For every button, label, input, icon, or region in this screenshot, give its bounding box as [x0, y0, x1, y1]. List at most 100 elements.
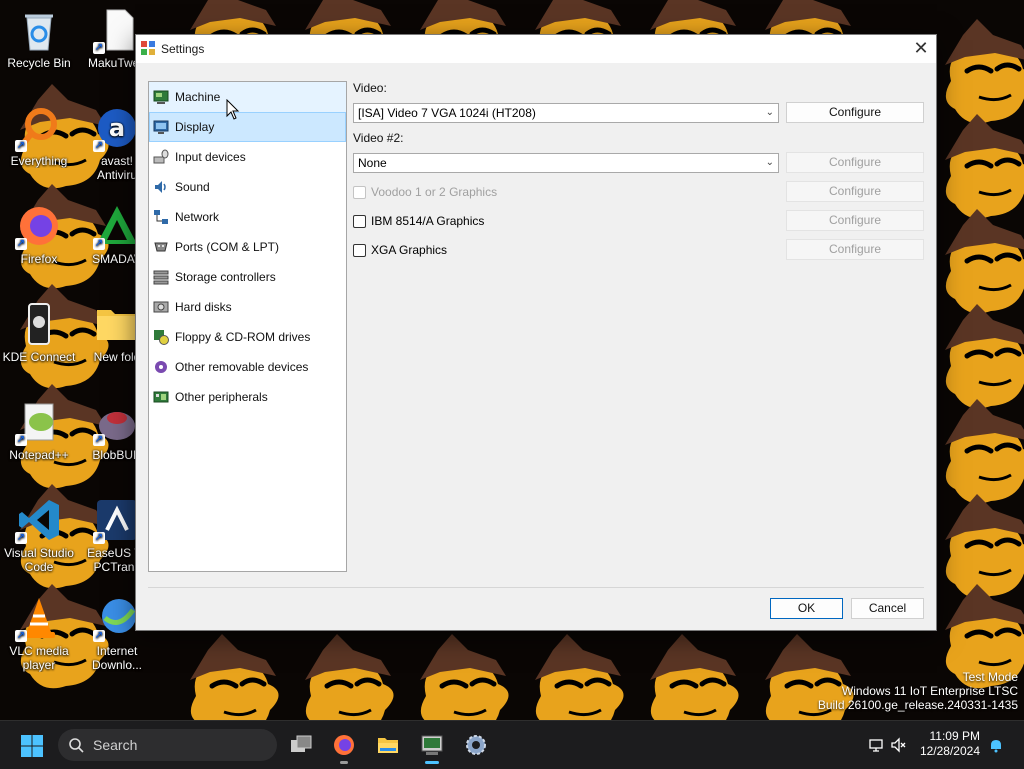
- desktop-icon-kde-connect[interactable]: KDE Connect: [0, 302, 78, 364]
- category-label: Display: [175, 120, 215, 134]
- close-button[interactable]: ✕: [906, 35, 936, 62]
- taskbar: Search 11:09 PM 12/28/2024: [0, 720, 1024, 769]
- video-configure-button[interactable]: Configure: [786, 102, 924, 123]
- category-hard-disks[interactable]: Hard disks: [149, 292, 346, 322]
- shortcut-arrow-icon: ↗: [15, 434, 27, 446]
- desktop-icon-label-line2: Code: [24, 560, 54, 574]
- folder-icon: [97, 310, 137, 340]
- taskbar-file-explorer[interactable]: [372, 729, 404, 761]
- desktop-icon-vlc[interactable]: ↗ VLC media player: [0, 596, 78, 672]
- category-sound[interactable]: Sound: [149, 172, 346, 202]
- network-icon: [153, 209, 169, 225]
- ok-button[interactable]: OK: [770, 598, 843, 619]
- removable-devices-icon: [153, 359, 169, 375]
- shortcut-arrow-icon: ↗: [15, 238, 27, 250]
- input-devices-icon: [153, 149, 169, 165]
- category-label: Other removable devices: [175, 360, 309, 374]
- desktop-icon-firefox[interactable]: ↗ Firefox: [0, 204, 78, 266]
- video-select[interactable]: [ISA] Video 7 VGA 1024i (HT208) ⌄: [353, 103, 779, 123]
- desktop-icon-recycle-bin[interactable]: Recycle Bin: [0, 8, 78, 70]
- storage-controllers-icon: [153, 269, 169, 285]
- category-label: Network: [175, 210, 220, 224]
- watermark-line: Windows 11 IoT Enterprise LTSC: [841, 684, 1018, 698]
- taskbar-task-view[interactable]: [285, 729, 317, 761]
- gear-icon: [466, 735, 486, 755]
- category-storage-controllers[interactable]: Storage controllers: [149, 262, 346, 292]
- shortcut-arrow-icon: ↗: [15, 140, 27, 152]
- category-removable-devices[interactable]: Other removable devices: [149, 352, 346, 382]
- category-list[interactable]: Machine Display Input devices Sound Netw…: [148, 81, 347, 572]
- video-select-value: [ISA] Video 7 VGA 1024i (HT208): [358, 106, 536, 120]
- ibm-8514a-configure-button[interactable]: Configure: [786, 210, 924, 231]
- shortcut-arrow-icon: ↗: [93, 434, 105, 446]
- taskbar-86box[interactable]: [416, 729, 448, 764]
- shortcut-arrow-icon: ↗: [93, 630, 105, 642]
- category-label: Floppy & CD-ROM drives: [175, 330, 311, 344]
- hard-disks-icon: [153, 299, 169, 315]
- category-network[interactable]: Network: [149, 202, 346, 232]
- video2-configure-button[interactable]: Configure: [786, 152, 924, 173]
- checkbox-label: XGA Graphics: [371, 243, 448, 257]
- cancel-button[interactable]: Cancel: [851, 598, 924, 619]
- svg-text:a: a: [109, 114, 125, 142]
- desktop-icon-vscode[interactable]: ↗ Visual Studio Code: [0, 498, 78, 574]
- desktop-icon-label: Recycle Bin: [7, 56, 71, 70]
- video2-label: Video #2:: [353, 131, 404, 145]
- floppy-cdrom-icon: [153, 329, 169, 345]
- running-indicator: [340, 761, 348, 764]
- shortcut-arrow-icon: ↗: [15, 630, 27, 642]
- category-peripherals[interactable]: Other peripherals: [149, 382, 346, 412]
- taskbar-firefox[interactable]: [328, 729, 360, 764]
- separator: [148, 587, 924, 588]
- taskbar-settings[interactable]: [460, 729, 492, 761]
- video2-select[interactable]: None ⌄: [353, 153, 779, 173]
- notification-bell-icon[interactable]: [988, 737, 1004, 753]
- file-explorer-icon: [378, 738, 398, 753]
- test-mode-watermark: Test Mode Windows 11 IoT Enterprise LTSC…: [818, 670, 1018, 712]
- chevron-down-icon: ⌄: [765, 107, 774, 118]
- desktop-icon-label: VLC media: [9, 644, 69, 658]
- desktop-icon-label: Visual Studio: [4, 546, 74, 560]
- desktop-icon-label: Internet: [96, 644, 138, 658]
- desktop-icon-label: Everything: [10, 154, 68, 168]
- category-label: Sound: [175, 180, 210, 194]
- search-placeholder: Search: [93, 737, 138, 753]
- peripherals-icon: [153, 389, 169, 405]
- shortcut-arrow-icon: ↗: [93, 532, 105, 544]
- search-icon: [69, 738, 84, 753]
- network-status-icon[interactable]: [868, 737, 884, 753]
- desktop-icon-label-line2: player: [22, 658, 56, 672]
- category-label: Other peripherals: [175, 390, 268, 404]
- checkbox-box: [353, 215, 366, 228]
- taskbar-clock[interactable]: 11:09 PM 12/28/2024: [920, 729, 980, 759]
- category-input-devices[interactable]: Input devices: [149, 142, 346, 172]
- checkbox-box: [353, 244, 366, 257]
- sound-icon: [153, 179, 169, 195]
- desktop-icon-notepad-plus-plus[interactable]: ↗ Notepad++: [0, 400, 78, 462]
- taskbar-search-box[interactable]: Search: [58, 729, 277, 761]
- volume-muted-icon[interactable]: [890, 737, 906, 753]
- close-icon: ✕: [913, 38, 929, 58]
- category-label: Ports (COM & LPT): [175, 240, 280, 254]
- display-icon: [153, 119, 169, 135]
- machine-icon: [153, 89, 169, 105]
- shortcut-arrow-icon: ↗: [93, 42, 105, 54]
- running-indicator: [425, 761, 439, 764]
- category-display[interactable]: Display: [149, 112, 346, 142]
- windows-start-icon[interactable]: [20, 734, 44, 758]
- xga-configure-button[interactable]: Configure: [786, 239, 924, 260]
- category-machine[interactable]: Machine: [149, 82, 346, 112]
- clock-time: 11:09 PM: [929, 729, 980, 743]
- desktop-icon-everything[interactable]: ↗ Everything: [0, 106, 78, 168]
- desktop-icon-label-line2: Downlo...: [91, 658, 143, 672]
- checkbox-box: [353, 186, 366, 199]
- task-view-icon: [291, 735, 312, 752]
- voodoo-configure-button[interactable]: Configure: [786, 181, 924, 202]
- category-ports[interactable]: Ports (COM & LPT): [149, 232, 346, 262]
- settings-window: Settings ✕ Machine Display Input devices…: [135, 34, 937, 631]
- checkbox-label: Voodoo 1 or 2 Graphics: [371, 185, 498, 199]
- watermark-line: Build 26100.ge_release.240331-1435: [817, 698, 1018, 712]
- checkbox-label: IBM 8514/A Graphics: [371, 214, 485, 228]
- title-bar[interactable]: Settings ✕: [136, 35, 936, 63]
- category-floppy-cdrom[interactable]: Floppy & CD-ROM drives: [149, 322, 346, 352]
